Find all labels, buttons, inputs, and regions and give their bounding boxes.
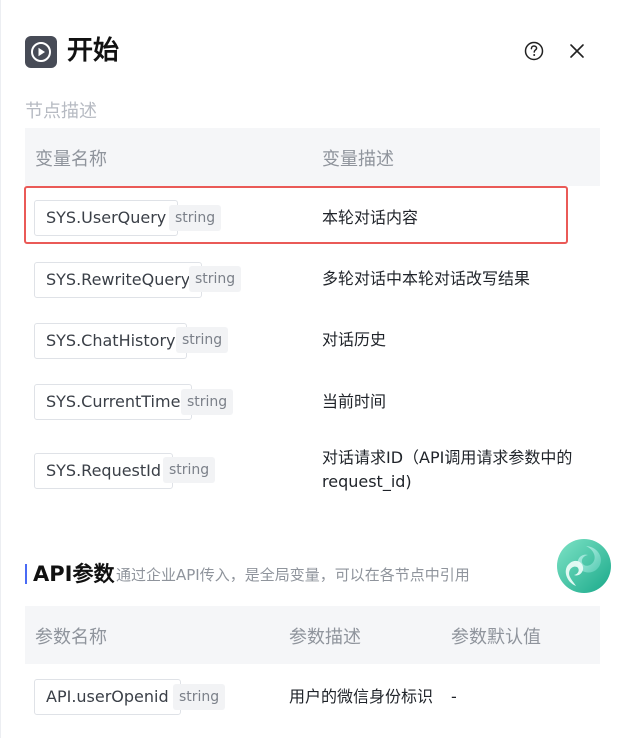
node-variables-table-header: 变量名称 变量描述 <box>25 128 600 186</box>
highlight-box <box>24 186 568 244</box>
api-params-subtitle: 通过企业API传入，是全局变量，可以在各节点中引用 <box>116 566 470 584</box>
table-row: SYS.CurrentTime string 当前时间 <box>25 372 600 430</box>
variable-description: 多轮对话中本轮对话改写结果 <box>322 269 531 288</box>
column-header-param-default: 参数默认值 <box>451 627 541 648</box>
play-icon <box>25 36 57 68</box>
variable-tag: SYS.RewriteQuery <box>34 262 203 298</box>
type-tag: string <box>173 684 226 710</box>
param-description: 用户的微信身份标识 <box>289 687 434 706</box>
variable-tag: SYS.RequestId <box>34 453 174 489</box>
type-tag: string <box>163 457 216 483</box>
variable-description: 对话历史 <box>322 330 387 349</box>
param-default-value: - <box>451 687 457 706</box>
section-accent-bar <box>25 564 27 584</box>
table-row: API.userOpenid string 用户的微信身份标识 - <box>25 668 600 726</box>
column-header-param-description: 参数描述 <box>289 627 361 648</box>
table-row: SYS.ChatHistory string 对话历史 <box>25 311 600 369</box>
close-icon[interactable] <box>568 42 586 60</box>
column-header-param-name: 参数名称 <box>35 627 107 648</box>
variable-tag: SYS.ChatHistory <box>34 323 188 359</box>
variable-description: 当前时间 <box>322 392 387 411</box>
table-row: SYS.RewriteQuery string 多轮对话中本轮对话改写结果 <box>25 250 600 308</box>
type-tag: string <box>181 389 234 415</box>
assistant-logo-icon[interactable] <box>556 538 612 594</box>
variable-tag: API.userOpenid <box>34 679 181 715</box>
variable-description: 对话请求ID（API调用请求参数中的 <box>322 448 573 467</box>
column-header-variable-name: 变量名称 <box>35 149 107 170</box>
table-row: SYS.RequestId string 对话请求ID（API调用请求参数中的 … <box>25 440 600 502</box>
start-node-panel: 开始 节点描述 变量名称 变量描述 SYS.UserQuery string 本… <box>0 0 621 738</box>
variable-tag: SYS.CurrentTime <box>34 384 193 420</box>
help-icon[interactable] <box>524 41 544 61</box>
variable-description-continued: request_id) <box>322 472 412 491</box>
panel-title: 开始 <box>67 36 120 66</box>
api-params-title: API参数 <box>33 562 115 586</box>
panel-header: 开始 <box>25 34 600 68</box>
node-description-label: 节点描述 <box>25 101 97 122</box>
type-tag: string <box>176 327 229 353</box>
type-tag: string <box>189 266 242 292</box>
column-header-variable-description: 变量描述 <box>322 149 394 170</box>
api-params-table-header: 参数名称 参数描述 参数默认值 <box>25 606 600 664</box>
